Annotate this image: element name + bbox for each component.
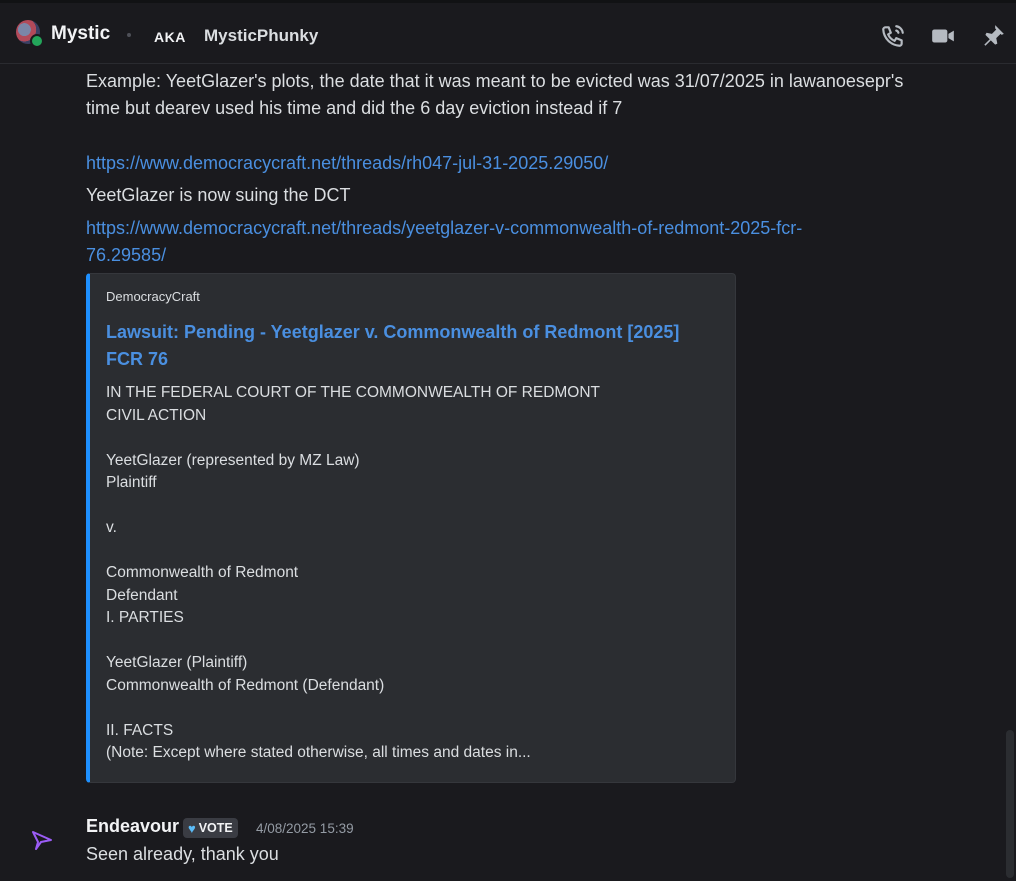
scrollbar-thumb[interactable] [1006,730,1014,878]
embed-description: IN THE FEDERAL COURT OF THE COMMONWEALTH… [106,384,601,761]
role-badge[interactable]: ♥ VOTE [183,818,238,838]
dm-title[interactable]: Mystic [51,23,110,45]
aka-label: AKA [154,29,186,45]
message-author[interactable]: Endeavour [86,816,179,837]
embed-title[interactable]: Lawsuit: Pending - Yeetglazer v. Commonw… [106,319,706,373]
heart-icon: ♥ [188,820,196,836]
embed-provider[interactable]: DemocracyCraft [106,289,200,304]
message-line: time but dearev used his time and did th… [86,98,623,118]
pin-icon[interactable] [980,23,1006,49]
call-icon[interactable] [880,23,906,49]
channel-header: Mystic AKA MysticPhunky [0,0,1016,64]
thread-link[interactable]: https://www.democracycraft.net/threads/r… [86,150,608,177]
user-avatar[interactable] [16,20,44,48]
online-status-indicator [30,34,44,48]
separator-dot [127,33,131,37]
lawsuit-link-continued[interactable]: 76.29585/ [86,242,166,269]
message-line: Example: YeetGlazer's plots, the date th… [86,71,904,91]
chat-window: Mystic AKA MysticPhunky Example: YeetGla… [0,0,1016,881]
aka-name: MysticPhunky [204,26,319,45]
lawsuit-link[interactable]: https://www.democracycraft.net/threads/y… [86,215,802,242]
role-badge-label: VOTE [198,821,233,835]
video-call-icon[interactable] [930,23,956,49]
link-embed: DemocracyCraft Lawsuit: Pending - Yeetgl… [86,273,736,783]
message-timestamp: 4/08/2025 15:39 [256,821,354,836]
message-line: YeetGlazer is now suing the DCT [86,185,351,205]
message-content: Seen already, thank you [86,844,279,864]
bot-avatar-icon[interactable] [30,828,54,852]
